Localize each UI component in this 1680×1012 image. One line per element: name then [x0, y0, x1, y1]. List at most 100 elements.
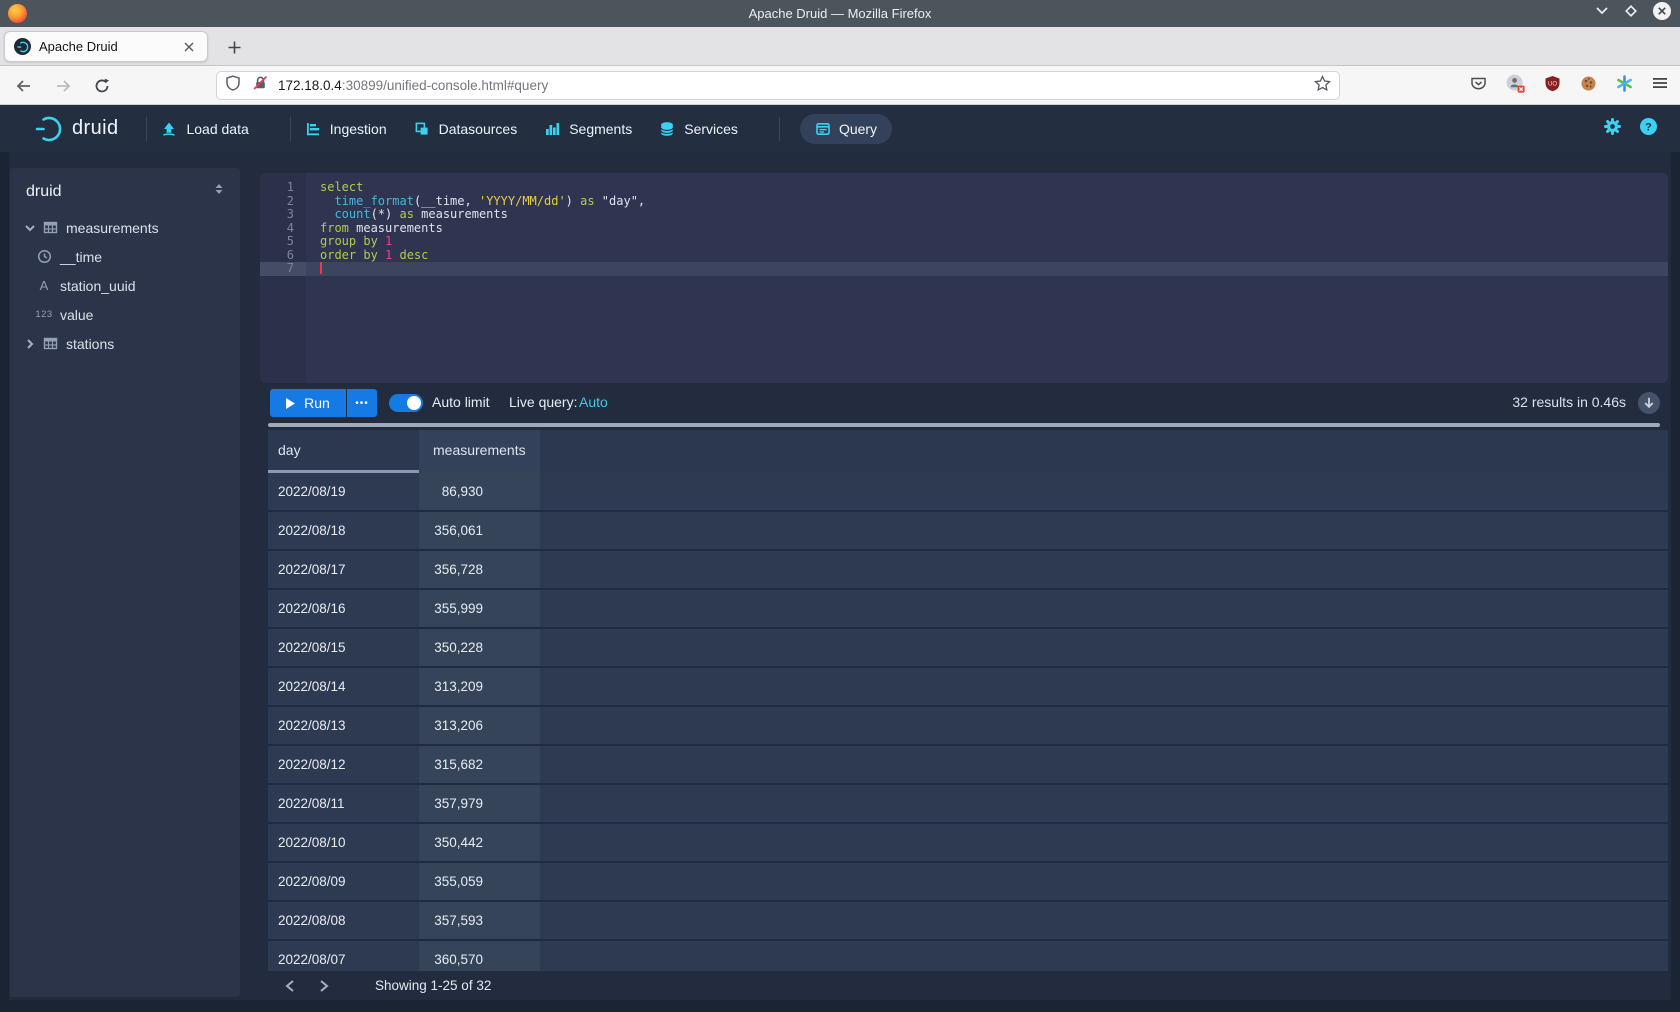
nav-ingestion[interactable]: Ingestion	[305, 121, 387, 137]
cell-day[interactable]: 2022/08/11	[268, 785, 419, 822]
cell-measurements[interactable]: 313,206	[419, 707, 540, 744]
cell-measurements[interactable]: 86,930	[419, 473, 540, 510]
live-query-label: Live query:	[509, 394, 577, 410]
nav-segments[interactable]: Segments	[544, 121, 632, 137]
cell-measurements[interactable]: 360,570	[419, 941, 540, 971]
close-icon[interactable]	[1652, 1, 1672, 26]
ublock-icon[interactable]: UO	[1544, 75, 1561, 97]
pocket-icon[interactable]	[1470, 75, 1487, 97]
cell-day[interactable]: 2022/08/18	[268, 512, 419, 549]
measurement-value: 355,059	[433, 863, 483, 900]
druid-logo[interactable]: druid	[34, 114, 118, 144]
editor-line[interactable]: 2 time_format(__time, 'YYYY/MM/dd') as "…	[260, 195, 1668, 209]
cell-measurements[interactable]: 356,061	[419, 512, 540, 549]
sidebar-item-stations[interactable]: stations	[10, 329, 240, 358]
tab-close-icon[interactable]	[180, 38, 198, 56]
cell-measurements[interactable]: 357,979	[419, 785, 540, 822]
nav-query-active[interactable]: Query	[800, 114, 892, 144]
menu-hamburger-icon[interactable]	[1652, 75, 1668, 96]
insecure-lock-icon[interactable]	[253, 75, 268, 96]
download-results-icon[interactable]	[1638, 392, 1660, 414]
load-data-icon	[161, 121, 177, 137]
editor-line[interactable]: 7	[260, 262, 1668, 276]
cell-day[interactable]: 2022/08/12	[268, 746, 419, 783]
maximize-icon[interactable]	[1623, 3, 1639, 24]
chevron-right-icon[interactable]	[24, 338, 38, 350]
live-query-value[interactable]: Auto	[579, 394, 608, 410]
schema-name: druid	[26, 183, 212, 201]
cell-measurements[interactable]: 315,682	[419, 746, 540, 783]
editor-line[interactable]: 6order by 1 desc	[260, 249, 1668, 263]
cell-day[interactable]: 2022/08/10	[268, 824, 419, 861]
cell-filler	[540, 902, 1668, 939]
run-more-button[interactable]: •••	[347, 389, 377, 417]
line-number: 3	[260, 208, 306, 222]
cell-day[interactable]: 2022/08/19	[268, 473, 419, 510]
cell-measurements[interactable]: 350,228	[419, 629, 540, 666]
editor-line[interactable]: 4from measurements	[260, 222, 1668, 236]
run-button[interactable]: Run	[270, 389, 346, 417]
sort-double-caret-icon[interactable]	[212, 182, 226, 201]
auto-limit-toggle[interactable]	[389, 394, 423, 412]
pagination-bar: Showing 1-25 of 32	[260, 971, 1668, 1000]
horizontal-scrollbar[interactable]	[268, 423, 1660, 427]
cell-day[interactable]: 2022/08/07	[268, 941, 419, 971]
cell-day[interactable]: 2022/08/08	[268, 902, 419, 939]
url-text[interactable]: 172.18.0.4:30899/unified-console.html#qu…	[278, 78, 1314, 93]
cell-day[interactable]: 2022/08/16	[268, 590, 419, 627]
editor-line[interactable]: 1select	[260, 181, 1668, 195]
cell-measurements[interactable]: 313,209	[419, 668, 540, 705]
cell-day[interactable]: 2022/08/09	[268, 863, 419, 900]
editor-line[interactable]: 3 count(*) as measurements	[260, 208, 1668, 222]
cell-day[interactable]: 2022/08/15	[268, 629, 419, 666]
cell-filler	[540, 746, 1668, 783]
cell-measurements[interactable]: 355,059	[419, 863, 540, 900]
page-edge	[0, 152, 9, 1012]
sidebar-item-measurements[interactable]: measurements	[10, 213, 240, 242]
cookie-icon[interactable]	[1580, 75, 1597, 97]
settings-gear-icon[interactable]	[1603, 117, 1622, 141]
tab-bar: Apache Druid	[0, 27, 1680, 66]
cell-measurements[interactable]: 355,999	[419, 590, 540, 627]
nav-datasources[interactable]: Datasources	[414, 121, 518, 137]
measurement-value: 356,061	[433, 512, 483, 549]
cell-day[interactable]: 2022/08/14	[268, 668, 419, 705]
cell-day[interactable]: 2022/08/17	[268, 551, 419, 588]
results-body: 2022/08/1986,9302022/08/18 356,061 2022/08…	[268, 473, 1668, 971]
chevron-down-icon[interactable]	[24, 222, 38, 234]
bookmark-star-icon[interactable]	[1314, 75, 1331, 97]
editor-line[interactable]: 5group by 1	[260, 235, 1668, 249]
back-icon[interactable]	[12, 74, 36, 98]
table-name: stations	[66, 336, 114, 352]
previous-page-icon[interactable]	[281, 977, 299, 995]
next-page-icon[interactable]	[315, 977, 333, 995]
cell-day[interactable]: 2022/08/13	[268, 707, 419, 744]
shield-icon[interactable]	[225, 75, 241, 96]
tab-apache-druid[interactable]: Apache Druid	[4, 31, 208, 62]
nav-load-data[interactable]: Load data	[161, 121, 248, 137]
minimize-icon[interactable]	[1594, 3, 1610, 24]
sidebar-item-station-uuid-column[interactable]: A station_uuid	[10, 271, 240, 300]
measurement-value: 313,209	[433, 668, 483, 705]
column-header-day[interactable]: day	[268, 430, 419, 473]
cell-measurements[interactable]: 356,728	[419, 551, 540, 588]
run-label: Run	[304, 395, 330, 411]
page-edge	[1671, 152, 1680, 1012]
help-icon[interactable]: ?	[1639, 117, 1658, 141]
cell-measurements[interactable]: 357,593	[419, 902, 540, 939]
nav-services[interactable]: Services	[659, 121, 738, 137]
table-row: 2022/08/16355,999	[268, 590, 1668, 629]
sql-editor[interactable]: 1select2 time_format(__time, 'YYYY/MM/dd…	[260, 173, 1668, 383]
cell-measurements[interactable]: 350,442	[419, 824, 540, 861]
column-header-measurements[interactable]: measurements	[419, 430, 540, 473]
sidebar-item-value-column[interactable]: 123 value	[10, 300, 240, 329]
text-cursor	[320, 262, 322, 274]
url-bar[interactable]: 172.18.0.4:30899/unified-console.html#qu…	[216, 71, 1340, 100]
forward-icon[interactable]	[51, 74, 75, 98]
extension-disabled-icon[interactable]	[1506, 74, 1525, 98]
editor-lines: 1select2 time_format(__time, 'YYYY/MM/dd…	[260, 181, 1668, 276]
sidebar-item-time-column[interactable]: __time	[10, 242, 240, 271]
reload-icon[interactable]	[90, 74, 114, 98]
sparkle-addon-icon[interactable]	[1616, 75, 1633, 97]
new-tab-button[interactable]	[222, 35, 246, 59]
